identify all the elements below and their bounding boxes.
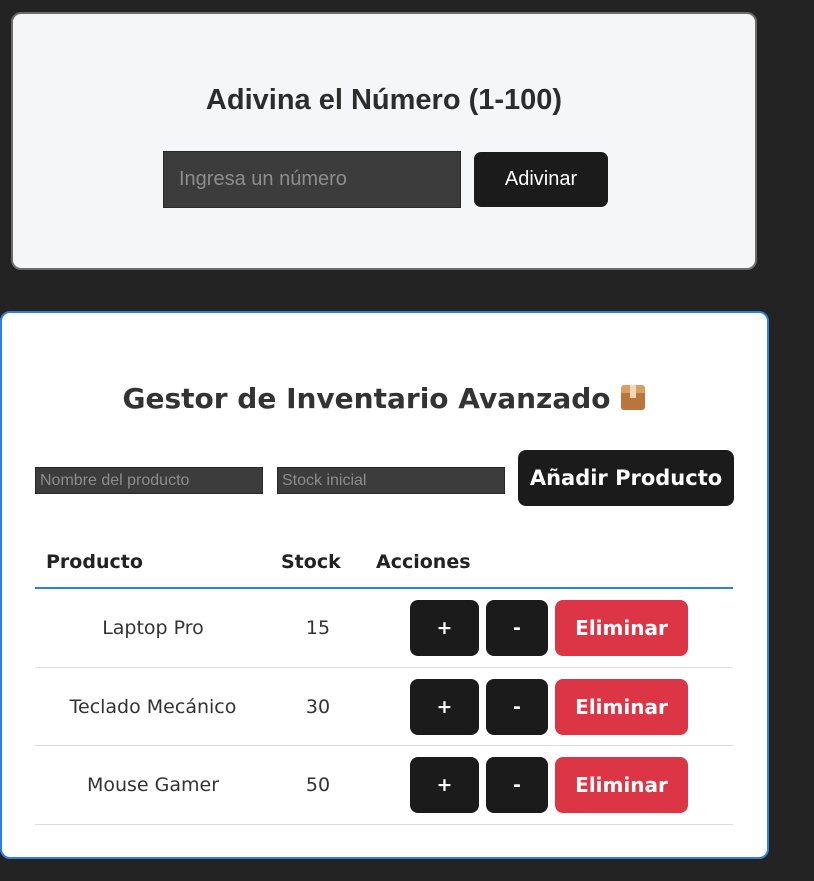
product-name-cell: Mouse Gamer <box>86 774 220 796</box>
initial-stock-input[interactable] <box>277 467 505 494</box>
decrease-stock-button[interactable]: - <box>486 678 548 735</box>
table-row: Laptop Pro 15 + - Eliminar <box>35 589 733 668</box>
delete-product-button[interactable]: Eliminar <box>555 678 688 735</box>
product-name-cell: Laptop Pro <box>102 617 204 639</box>
inventory-title-text: Gestor de Inventario Avanzado <box>122 382 611 415</box>
decrease-stock-button[interactable]: - <box>486 757 548 813</box>
guess-button[interactable]: Adivinar <box>474 152 608 207</box>
table-row: Mouse Gamer 50 + - Eliminar <box>35 746 733 825</box>
inventory-title: Gestor de Inventario Avanzado <box>2 382 767 415</box>
package-icon <box>619 383 647 411</box>
inventory-card: Gestor de Inventario Avanzado Añadir Pro… <box>0 311 769 859</box>
header-product: Producto <box>46 551 143 573</box>
table-row: Teclado Mecánico 30 + - Eliminar <box>35 668 733 746</box>
increase-stock-button[interactable]: + <box>410 600 479 656</box>
stock-cell: 50 <box>305 774 331 796</box>
increase-stock-button[interactable]: + <box>410 678 479 735</box>
product-name-input[interactable] <box>35 467 263 494</box>
header-actions: Acciones <box>376 551 471 573</box>
product-name-cell: Teclado Mecánico <box>69 695 237 718</box>
stock-cell: 15 <box>305 617 331 639</box>
guess-game-title: Adivina el Número (1-100) <box>205 84 563 116</box>
inventory-table: Producto Stock Acciones Laptop Pro 15 + … <box>35 538 733 825</box>
increase-stock-button[interactable]: + <box>410 757 479 813</box>
delete-product-button[interactable]: Eliminar <box>555 757 688 813</box>
add-product-button[interactable]: Añadir Producto <box>518 450 734 506</box>
delete-product-button[interactable]: Eliminar <box>555 600 688 656</box>
decrease-stock-button[interactable]: - <box>486 600 548 656</box>
header-stock: Stock <box>281 551 341 573</box>
stock-cell: 30 <box>305 695 331 718</box>
guess-game-card: Adivina el Número (1-100) Adivinar <box>11 12 757 270</box>
table-header: Producto Stock Acciones <box>35 538 733 589</box>
guess-number-input[interactable] <box>163 151 461 208</box>
